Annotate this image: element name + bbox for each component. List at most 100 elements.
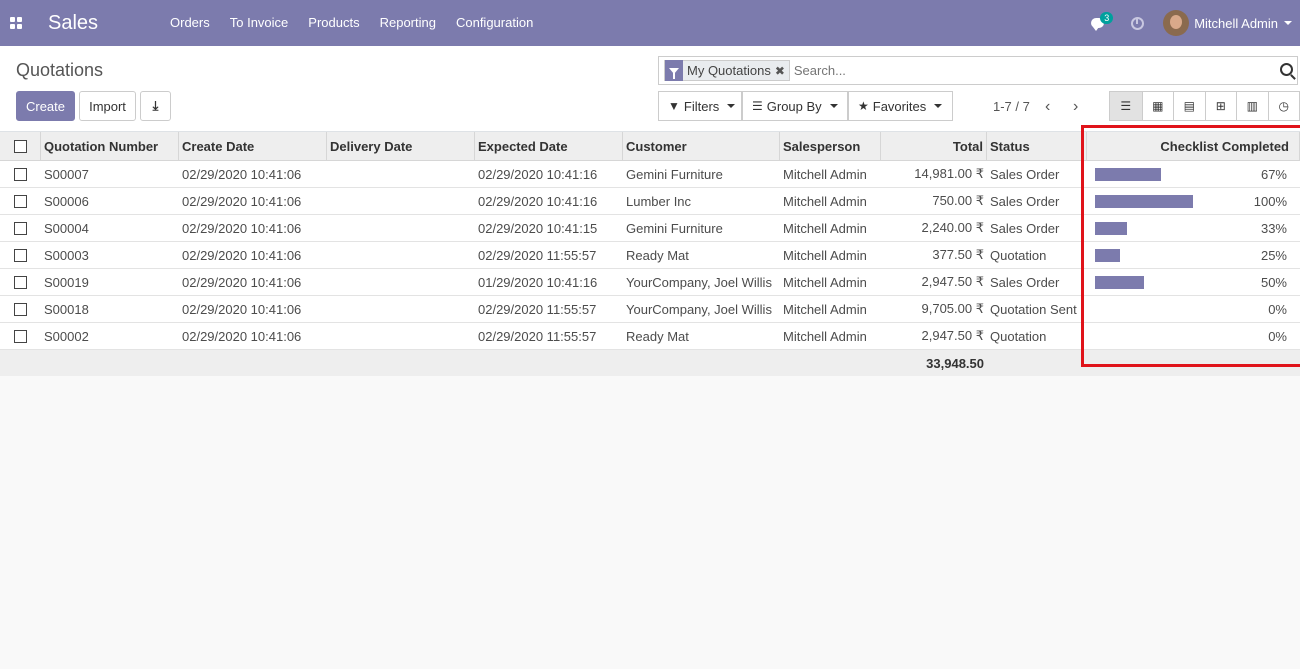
checklist-progress-bar xyxy=(1095,194,1193,208)
checklist-percent: 0% xyxy=(1268,301,1287,317)
row-checkbox[interactable] xyxy=(14,248,27,262)
bars-icon: ☰ xyxy=(752,99,763,113)
table-row[interactable]: S00002 02/29/2020 10:41:06 02/29/2020 11:5… xyxy=(0,323,1300,350)
row-checkbox[interactable] xyxy=(14,167,27,181)
star-icon: ★ xyxy=(858,99,869,113)
filter-icon xyxy=(665,60,683,81)
download-button[interactable]: ⤓ xyxy=(140,91,171,121)
menu-item-orders[interactable]: Orders xyxy=(160,0,220,46)
messaging-icon[interactable]: 3 xyxy=(1077,0,1117,46)
row-select-cell xyxy=(0,302,41,316)
checklist-progress-bar xyxy=(1095,221,1193,235)
activity-clock-icon[interactable] xyxy=(1117,0,1157,46)
cell-status: Quotation xyxy=(990,247,1047,263)
cell-quotation-number: S00007 xyxy=(44,166,89,182)
chevron-down-icon xyxy=(934,104,943,108)
row-select-cell xyxy=(0,248,41,262)
chevron-down-icon xyxy=(727,104,736,108)
cell-quotation-number: S00006 xyxy=(44,193,89,209)
header-total[interactable]: Total xyxy=(881,131,987,161)
header-delivery-date[interactable]: Delivery Date xyxy=(327,131,475,161)
header-status[interactable]: Status xyxy=(987,131,1087,161)
main-menu: Orders To Invoice Products Reporting Con… xyxy=(160,0,543,46)
pivot-view-icon[interactable]: ⊞ xyxy=(1204,92,1236,120)
header-create-date[interactable]: Create Date xyxy=(179,131,327,161)
app-name[interactable]: Sales xyxy=(48,12,160,35)
table-row[interactable]: S00003 02/29/2020 10:41:06 02/29/2020 11:5… xyxy=(0,242,1300,269)
cell-customer: Gemini Furniture xyxy=(626,166,723,182)
cell-expected-date: 02/29/2020 10:41:16 xyxy=(478,166,598,182)
table-row[interactable]: S00018 02/29/2020 10:41:06 02/29/2020 11:5… xyxy=(0,296,1300,323)
table-row[interactable]: S00007 02/29/2020 10:41:06 02/29/2020 10:4… xyxy=(0,161,1300,188)
menu-item-to-invoice[interactable]: To Invoice xyxy=(220,0,299,46)
top-navbar: Sales Orders To Invoice Products Reporti… xyxy=(0,0,1300,46)
header-salesperson[interactable]: Salesperson xyxy=(780,131,881,161)
cell-expected-date: 02/29/2020 10:41:16 xyxy=(478,193,598,209)
checklist-percent: 33% xyxy=(1260,220,1287,236)
favorites-dropdown[interactable]: ★ Favorites xyxy=(848,91,953,121)
apps-menu-icon[interactable] xyxy=(0,0,32,46)
graph-view-icon[interactable]: ▥ xyxy=(1236,92,1268,120)
table-row[interactable]: S00006 02/29/2020 10:41:06 02/29/2020 10:4… xyxy=(0,188,1300,215)
cell-salesperson: Mitchell Admin xyxy=(783,193,867,209)
checklist-percent: 0% xyxy=(1268,328,1287,344)
row-select-cell xyxy=(0,167,41,181)
import-button[interactable]: Import xyxy=(79,91,136,121)
cell-total: 2,947.50 ₹ xyxy=(921,328,985,343)
list-view-icon[interactable]: ☰ xyxy=(1110,92,1142,120)
row-select-cell xyxy=(0,194,41,208)
row-checkbox[interactable] xyxy=(14,275,27,289)
table-row[interactable]: S00004 02/29/2020 10:41:06 02/29/2020 10:4… xyxy=(0,215,1300,242)
header-quotation-number[interactable]: Quotation Number xyxy=(41,131,179,161)
cell-salesperson: Mitchell Admin xyxy=(783,328,867,344)
cell-create-date: 02/29/2020 10:41:06 xyxy=(182,220,302,236)
breadcrumb: Quotations xyxy=(16,60,104,80)
checklist-percent: 50% xyxy=(1260,274,1287,290)
calendar-view-icon[interactable]: ▤ xyxy=(1173,92,1205,120)
header-expected-date[interactable]: Expected Date xyxy=(475,131,623,161)
cell-checklist-completed: 50% xyxy=(1087,275,1300,290)
user-menu[interactable]: Mitchell Admin xyxy=(1163,10,1292,36)
menu-item-configuration[interactable]: Configuration xyxy=(446,0,543,46)
chevron-down-icon xyxy=(829,104,838,108)
menu-item-products[interactable]: Products xyxy=(298,0,369,46)
cell-customer: YourCompany, Joel Willis xyxy=(626,301,772,317)
checklist-progress-bar xyxy=(1095,329,1193,343)
cell-quotation-number: S00004 xyxy=(44,220,89,236)
cell-checklist-completed: 100% xyxy=(1087,194,1300,209)
pager-value[interactable]: 1-7 / 7 xyxy=(993,99,1030,114)
view-switcher: ☰ ▦ ▤ ⊞ ▥ ◷ xyxy=(1109,91,1300,121)
checklist-percent: 25% xyxy=(1260,247,1287,263)
close-icon[interactable]: ✖ xyxy=(775,64,789,78)
menu-item-reporting[interactable]: Reporting xyxy=(370,0,446,46)
table-footer: 33,948.50 xyxy=(0,350,1300,376)
row-checkbox[interactable] xyxy=(14,221,27,235)
cell-quotation-number: S00019 xyxy=(44,274,89,290)
cell-total: 2,240.00 ₹ xyxy=(921,220,985,235)
messaging-badge: 3 xyxy=(1100,12,1114,24)
table-row[interactable]: S00019 02/29/2020 10:41:06 01/29/2020 10:4… xyxy=(0,269,1300,296)
select-all-cell xyxy=(0,131,41,161)
pager-previous-icon[interactable]: ‹ xyxy=(1045,98,1050,116)
cell-create-date: 02/29/2020 10:41:06 xyxy=(182,274,302,290)
pager-next-icon[interactable]: › xyxy=(1073,98,1078,116)
filters-dropdown[interactable]: ▼ Filters xyxy=(658,91,742,121)
row-checkbox[interactable] xyxy=(14,194,27,208)
search-icon[interactable] xyxy=(1280,63,1293,76)
cell-checklist-completed: 0% xyxy=(1087,302,1300,317)
cell-checklist-completed: 0% xyxy=(1087,329,1300,344)
row-checkbox[interactable] xyxy=(14,302,27,316)
cell-total: 14,981.00 ₹ xyxy=(914,166,984,181)
row-checkbox[interactable] xyxy=(14,329,27,343)
select-all-checkbox[interactable] xyxy=(13,139,27,153)
groupby-dropdown[interactable]: ☰ Group By xyxy=(742,91,848,121)
cell-create-date: 02/29/2020 10:41:06 xyxy=(182,247,302,263)
activity-view-icon[interactable]: ◷ xyxy=(1267,92,1299,120)
create-button[interactable]: Create xyxy=(16,91,75,121)
kanban-view-icon[interactable]: ▦ xyxy=(1141,92,1173,120)
cell-total: 750.00 ₹ xyxy=(932,193,984,208)
header-customer[interactable]: Customer xyxy=(623,131,780,161)
header-checklist-completed[interactable]: Checklist Completed xyxy=(1087,131,1300,161)
search-input[interactable] xyxy=(793,63,1264,78)
row-select-cell xyxy=(0,275,41,289)
